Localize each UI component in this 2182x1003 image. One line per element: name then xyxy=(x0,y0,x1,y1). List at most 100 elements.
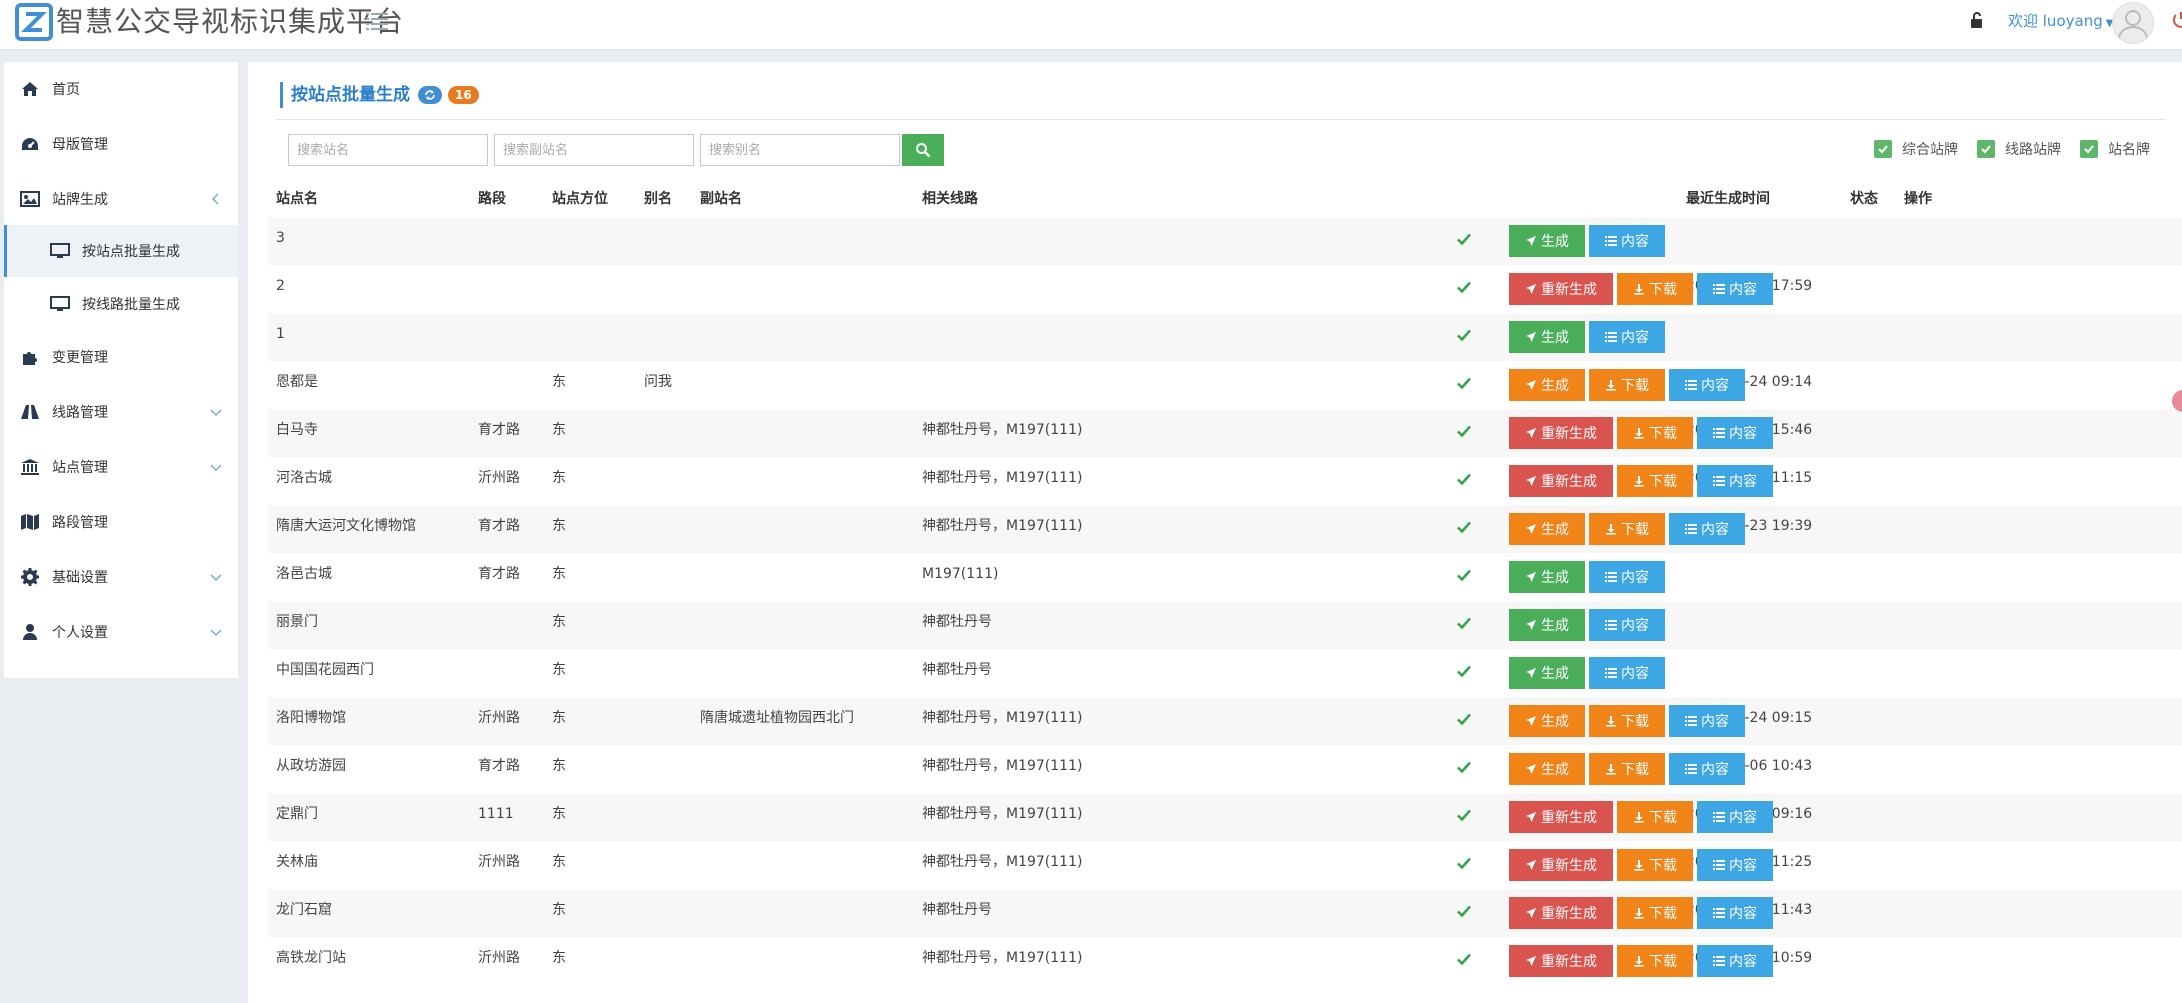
generate-button[interactable]: 生成 xyxy=(1509,225,1585,257)
check-icon xyxy=(1457,329,1471,342)
content-button[interactable]: 内容 xyxy=(1697,849,1773,881)
generate-button[interactable]: 生成 xyxy=(1509,657,1585,689)
regenerate-button[interactable]: 重新生成 xyxy=(1509,417,1613,449)
cell-direction: 东 xyxy=(552,902,566,918)
content-button[interactable]: 内容 xyxy=(1697,801,1773,833)
download-button[interactable]: 下载 xyxy=(1617,417,1693,449)
generate-button[interactable]: 生成 xyxy=(1509,753,1585,785)
search-station-input[interactable] xyxy=(288,134,488,166)
road-icon xyxy=(20,402,40,422)
search-button[interactable] xyxy=(902,134,944,166)
sidebar-item-segment-management[interactable]: 路段管理 xyxy=(4,495,238,549)
header-last-generated[interactable]: 最近生成时间 xyxy=(1686,181,1770,217)
download-button[interactable]: 下载 xyxy=(1617,801,1693,833)
generate-button[interactable]: 生成 xyxy=(1509,513,1585,545)
download-button[interactable]: 下载 xyxy=(1617,273,1693,305)
button-label: 内容 xyxy=(1729,474,1757,490)
search-sub-station-input[interactable] xyxy=(494,134,694,166)
header-direction[interactable]: 站点方位 xyxy=(552,181,608,217)
content-button[interactable]: 内容 xyxy=(1589,321,1665,353)
content-button[interactable]: 内容 xyxy=(1669,753,1745,785)
button-label: 内容 xyxy=(1729,954,1757,970)
sidebar-item-sign-generation[interactable]: 站牌生成 xyxy=(4,172,238,226)
search-alias-input[interactable] xyxy=(700,134,900,166)
regenerate-button[interactable]: 重新生成 xyxy=(1509,273,1613,305)
generate-button[interactable]: 生成 xyxy=(1509,705,1585,737)
generate-button[interactable]: 生成 xyxy=(1509,369,1585,401)
user-menu[interactable]: 欢迎 luoyang ▼ xyxy=(2008,10,2113,35)
content-button[interactable]: 内容 xyxy=(1589,561,1665,593)
header-road[interactable]: 路段 xyxy=(478,181,506,217)
sidebar-item-batch-by-station[interactable]: 按站点批量生成 xyxy=(4,225,238,277)
cell-lines: 神都牡丹号，M197(111) xyxy=(922,422,1083,438)
check-icon xyxy=(1457,713,1471,726)
content-button[interactable]: 内容 xyxy=(1697,945,1773,977)
download-button[interactable]: 下载 xyxy=(1617,945,1693,977)
sidebar-item-batch-by-line[interactable]: 按线路批量生成 xyxy=(4,278,238,330)
sidebar-item-home[interactable]: 首页 xyxy=(4,62,238,116)
avatar[interactable] xyxy=(2112,2,2154,44)
button-label: 内容 xyxy=(1621,570,1649,586)
content-button[interactable]: 内容 xyxy=(1697,417,1773,449)
unlock-icon[interactable] xyxy=(1968,11,1986,29)
generate-button[interactable]: 生成 xyxy=(1509,609,1585,641)
check-icon xyxy=(1977,140,1995,158)
content-button[interactable]: 内容 xyxy=(1589,657,1665,689)
sidebar-item-label: 母版管理 xyxy=(52,137,108,153)
check-icon xyxy=(1457,473,1471,486)
content-button[interactable]: 内容 xyxy=(1589,225,1665,257)
regenerate-button[interactable]: 重新生成 xyxy=(1509,897,1613,929)
content-button[interactable]: 内容 xyxy=(1669,369,1745,401)
download-button[interactable]: 下载 xyxy=(1589,753,1665,785)
row-actions: 生成 下载 内容 xyxy=(1509,513,1749,545)
sidebar-item-basic-settings[interactable]: 基础设置 xyxy=(4,550,238,604)
cell-lines: 神都牡丹号 xyxy=(922,662,992,678)
sidebar-item-template[interactable]: 母版管理 xyxy=(4,117,238,171)
header-sub-name[interactable]: 副站名 xyxy=(700,181,742,217)
filter-name-sign-checkbox[interactable]: 站名牌 xyxy=(2080,138,2150,160)
regenerate-button[interactable]: 重新生成 xyxy=(1509,945,1613,977)
content-button[interactable]: 内容 xyxy=(1589,609,1665,641)
filter-comprehensive-checkbox[interactable]: 综合站牌 xyxy=(1874,138,1958,160)
content-button[interactable]: 内容 xyxy=(1669,705,1745,737)
content-button[interactable]: 内容 xyxy=(1697,273,1773,305)
send-icon xyxy=(1525,811,1537,823)
button-label: 内容 xyxy=(1621,330,1649,346)
image-icon xyxy=(20,189,40,209)
filter-line-sign-checkbox[interactable]: 线路站牌 xyxy=(1977,138,2061,160)
content-button[interactable]: 内容 xyxy=(1697,897,1773,929)
sidebar-item-personal-settings[interactable]: 个人设置 xyxy=(4,605,238,659)
refresh-icon[interactable] xyxy=(418,86,442,104)
generate-button[interactable]: 生成 xyxy=(1509,561,1585,593)
button-label: 重新生成 xyxy=(1541,954,1597,970)
download-icon xyxy=(1633,907,1645,919)
download-button[interactable]: 下载 xyxy=(1617,465,1693,497)
sidebar-item-station-management[interactable]: 站点管理 xyxy=(4,440,238,494)
download-button[interactable]: 下载 xyxy=(1589,705,1665,737)
regenerate-button[interactable]: 重新生成 xyxy=(1509,465,1613,497)
sidebar-item-change-management[interactable]: 变更管理 xyxy=(4,330,238,384)
regenerate-button[interactable]: 重新生成 xyxy=(1509,849,1613,881)
download-button[interactable]: 下载 xyxy=(1617,897,1693,929)
download-button[interactable]: 下载 xyxy=(1589,513,1665,545)
generate-button[interactable]: 生成 xyxy=(1509,321,1585,353)
download-icon xyxy=(1605,523,1617,535)
sidebar-item-label: 按站点批量生成 xyxy=(82,244,180,260)
download-icon xyxy=(1633,427,1645,439)
content-button[interactable]: 内容 xyxy=(1697,465,1773,497)
download-button[interactable]: 下载 xyxy=(1617,849,1693,881)
regenerate-button[interactable]: 重新生成 xyxy=(1509,801,1613,833)
header-lines[interactable]: 相关线路 xyxy=(922,181,978,217)
header-station-name[interactable]: 站点名 xyxy=(276,181,318,217)
content-button[interactable]: 内容 xyxy=(1669,513,1745,545)
header-alias[interactable]: 别名 xyxy=(644,181,672,217)
button-label: 重新生成 xyxy=(1541,858,1597,874)
button-label: 下载 xyxy=(1621,762,1649,778)
sidebar-item-line-management[interactable]: 线路管理 xyxy=(4,385,238,439)
list-icon xyxy=(1605,571,1617,583)
cell-direction: 东 xyxy=(552,806,566,822)
power-icon[interactable] xyxy=(2172,11,2182,29)
cell-lines: 神都牡丹号，M197(111) xyxy=(922,854,1083,870)
download-button[interactable]: 下载 xyxy=(1589,369,1665,401)
menu-toggle-icon[interactable] xyxy=(366,12,388,30)
